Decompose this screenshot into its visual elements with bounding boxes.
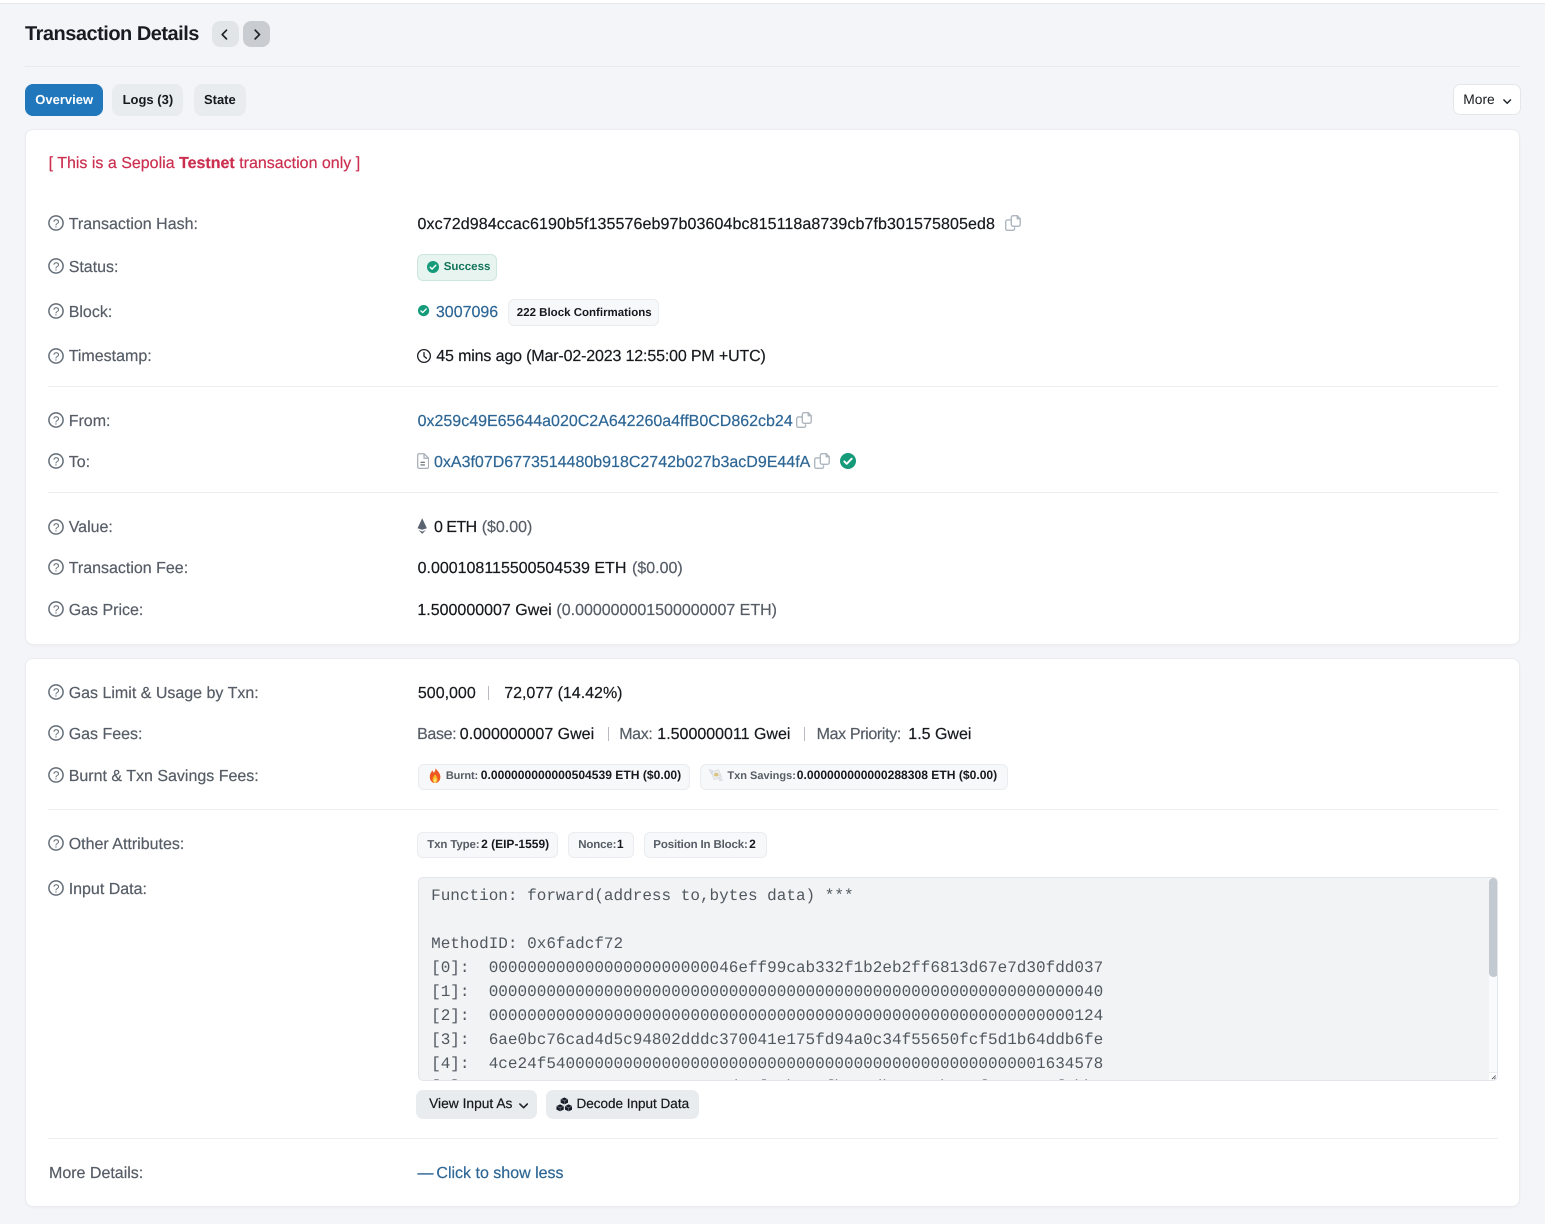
svg-text:?: ? [53,602,60,616]
svg-text:?: ? [53,560,60,574]
svg-text:?: ? [53,881,60,895]
svg-text:?: ? [53,727,60,741]
svg-text:?: ? [53,216,60,230]
svg-text:?: ? [53,455,60,469]
svg-text:?: ? [53,836,60,850]
svg-text:?: ? [53,349,60,363]
svg-text:?: ? [53,304,60,318]
svg-text:?: ? [53,259,60,273]
svg-text:?: ? [53,768,60,782]
svg-text:?: ? [53,413,60,427]
svg-text:?: ? [53,685,60,699]
svg-text:?: ? [53,520,60,534]
